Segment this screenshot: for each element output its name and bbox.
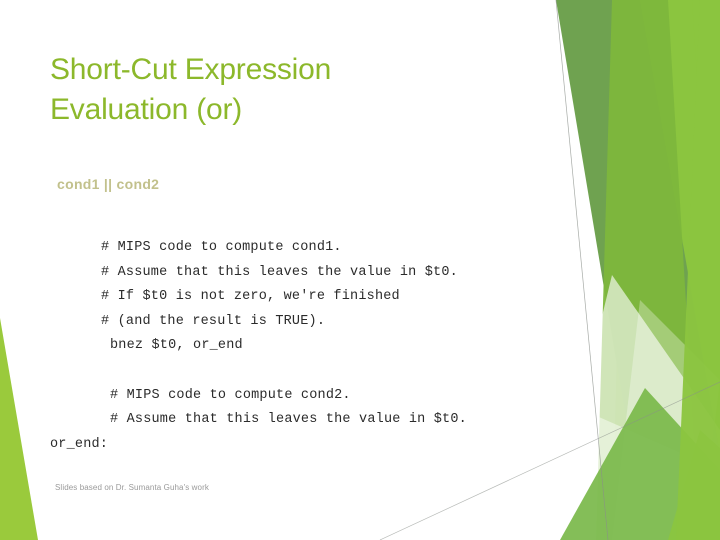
right-green-bright-far	[648, 0, 720, 540]
code-line: # (and the result is TRUE).	[101, 314, 326, 329]
code-line: # Assume that this leaves the value in $…	[101, 265, 458, 280]
right-green-bright-mid	[612, 0, 720, 540]
pale-overlay-lower	[500, 400, 720, 540]
slide-title: Short-Cut Expression Evaluation (or)	[50, 53, 332, 126]
code-line: # If $t0 is not zero, we're finished	[101, 289, 400, 304]
right-edge-bright-column	[676, 0, 720, 540]
slide-footer-credit: Slides based on Dr. Sumanta Guha's work	[55, 483, 209, 492]
right-green-mid-band	[596, 0, 700, 540]
left-green-wedge	[0, 318, 38, 540]
pale-overlay-wedge	[612, 300, 720, 540]
hairline-diagonal	[379, 381, 720, 540]
pale-overlay-large	[548, 275, 720, 540]
slide-subtitle: cond1 || cond2	[57, 176, 160, 192]
presentation-slide: Short-Cut Expression Evaluation (or) con…	[0, 0, 720, 540]
code-label-or-end: or_end:	[50, 437, 109, 452]
lower-right-green-triangle	[560, 388, 720, 540]
code-line: # MIPS code to compute cond1.	[101, 240, 342, 255]
code-line: # MIPS code to compute cond2.	[110, 388, 351, 403]
code-line: # Assume that this leaves the value in $…	[110, 412, 467, 427]
right-green-dark-band	[556, 0, 720, 540]
lower-right-green-accent	[668, 430, 720, 540]
code-line: bnez $t0, or_end	[110, 338, 243, 353]
hairline-upper	[555, 0, 609, 540]
